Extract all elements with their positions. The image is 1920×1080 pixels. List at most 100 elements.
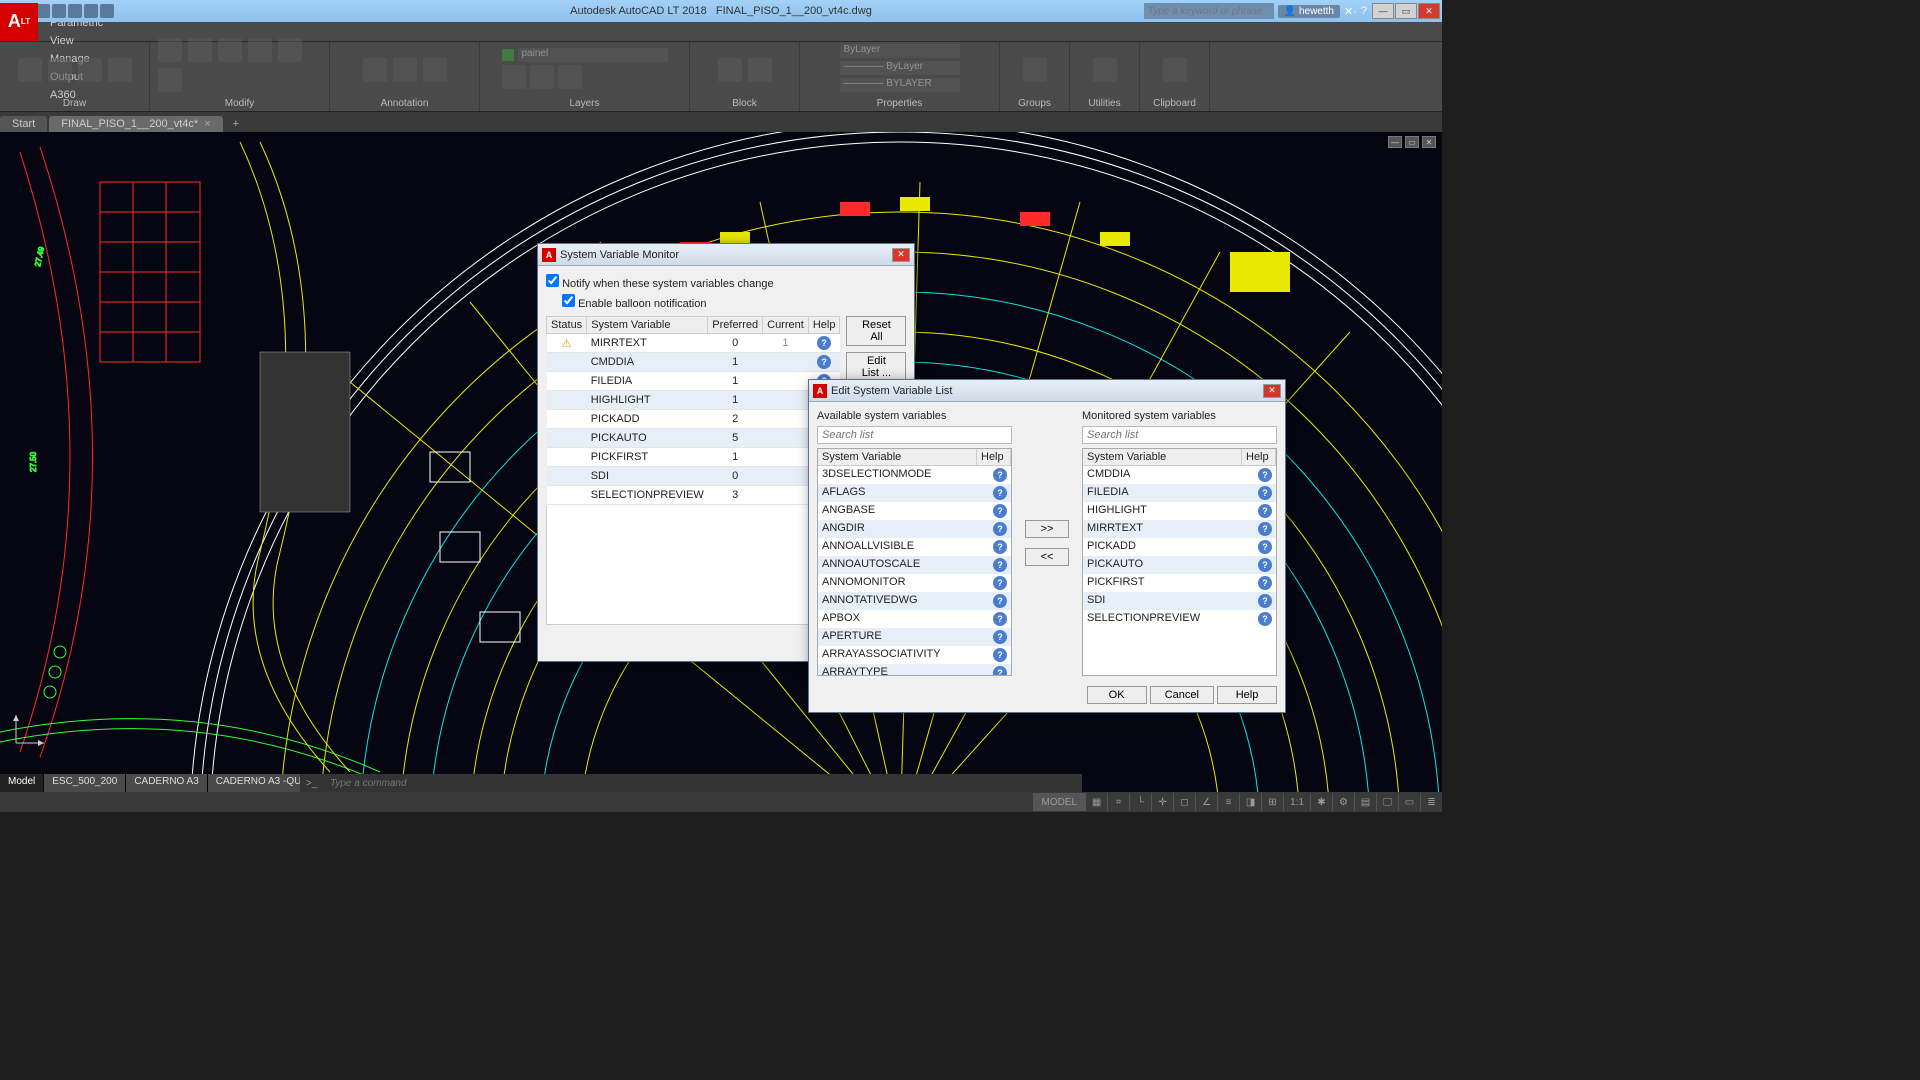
help-icon[interactable]: ?	[817, 336, 831, 350]
edit-cancel-button[interactable]: Cancel	[1150, 686, 1214, 704]
available-listbox[interactable]: System VariableHelp 3DSELECTIONMODE?AFLA…	[817, 448, 1012, 676]
list-item[interactable]: ANGBASE?	[818, 502, 1011, 520]
color-dropdown[interactable]: ByLayer	[840, 44, 960, 58]
help-icon[interactable]: ?	[817, 355, 831, 369]
list-item[interactable]: PICKFIRST?	[1083, 574, 1276, 592]
app-menu-button[interactable]: ALT	[0, 3, 38, 41]
list-item[interactable]: SELECTIONPREVIEW?	[1083, 610, 1276, 628]
list-item[interactable]: ANNOMONITOR?	[818, 574, 1011, 592]
maximize-button[interactable]: ▭	[1395, 3, 1417, 19]
reset-all-button[interactable]: Reset All	[846, 316, 906, 346]
help-icon[interactable]: ?	[993, 666, 1007, 676]
remove-button[interactable]: <<	[1025, 548, 1069, 566]
layer-dropdown[interactable]: painel	[518, 48, 668, 62]
status-grid-icon[interactable]: ▦	[1085, 793, 1107, 811]
help-icon[interactable]: ?	[993, 594, 1007, 608]
col-preferred[interactable]: Preferred	[708, 317, 763, 334]
layout-tab[interactable]: CADERNO A3	[126, 774, 206, 792]
trim-icon[interactable]	[218, 38, 242, 62]
status-snap-icon[interactable]: ⌗	[1107, 793, 1129, 811]
exchange-icon[interactable]: ✕·	[1344, 5, 1357, 18]
table-row[interactable]: PICKADD2?	[547, 410, 840, 429]
status-ws-icon[interactable]: ▤	[1354, 793, 1376, 811]
help-icon[interactable]: ?	[993, 576, 1007, 590]
help-search-input[interactable]	[1144, 3, 1274, 19]
help-icon[interactable]: ?	[993, 522, 1007, 536]
dimension-icon[interactable]	[393, 58, 417, 82]
fillet-icon[interactable]	[158, 68, 182, 92]
minimize-button[interactable]: —	[1372, 3, 1394, 19]
table-row[interactable]: HIGHLIGHT1?	[547, 391, 840, 410]
help-icon[interactable]: ?	[993, 540, 1007, 554]
dialog-close-button[interactable]: ✕	[892, 248, 910, 262]
balloon-checkbox[interactable]: Enable balloon notification	[562, 294, 906, 310]
arc-icon[interactable]	[108, 58, 132, 82]
col-help[interactable]: Help	[808, 317, 840, 334]
account-user[interactable]: 👤 hewetth	[1278, 5, 1340, 18]
measure-icon[interactable]	[1093, 58, 1117, 82]
available-search-input[interactable]	[817, 426, 1012, 444]
table-row[interactable]: CMDDIA1?	[547, 353, 840, 372]
edit-list-button[interactable]: Edit List ...	[846, 352, 906, 382]
list-item[interactable]: HIGHLIGHT?	[1083, 502, 1276, 520]
list-item[interactable]: ANNOTATIVEDWG?	[818, 592, 1011, 610]
list-item[interactable]: FILEDIA?	[1083, 484, 1276, 502]
command-line[interactable]: Type a command	[300, 774, 1082, 792]
move-icon[interactable]	[158, 38, 182, 62]
help-icon[interactable]: ?	[1258, 522, 1272, 536]
col-sysvar[interactable]: System Variable	[587, 317, 708, 334]
status-custom-icon[interactable]: ≣	[1420, 793, 1442, 811]
list-item[interactable]: 3DSELECTIONMODE?	[818, 466, 1011, 484]
status-osnap-icon[interactable]: ◻	[1173, 793, 1195, 811]
qat-undo-icon[interactable]	[84, 4, 98, 18]
status-gear-icon[interactable]: ⚙	[1332, 793, 1354, 811]
layout-tab[interactable]: Model	[0, 774, 43, 792]
vp-maximize-icon[interactable]: ▭	[1405, 136, 1419, 148]
mirror-icon[interactable]	[278, 38, 302, 62]
col-current[interactable]: Current	[763, 317, 809, 334]
help-icon[interactable]: ?	[1258, 468, 1272, 482]
layout-tab[interactable]: ESC_500_200	[44, 774, 125, 792]
list-item[interactable]: APERTURE?	[818, 628, 1011, 646]
table-row[interactable]: SELECTIONPREVIEW3?	[547, 486, 840, 505]
ltype-dropdown[interactable]: ———— BYLAYER	[840, 78, 960, 92]
dialog-close-button[interactable]: ✕	[1263, 384, 1281, 398]
list-item[interactable]: SDI?	[1083, 592, 1276, 610]
help-icon[interactable]: ?	[993, 630, 1007, 644]
list-item[interactable]: AFLAGS?	[818, 484, 1011, 502]
list-item[interactable]: CMDDIA?	[1083, 466, 1276, 484]
help-icon[interactable]: ?	[993, 468, 1007, 482]
status-polar-icon[interactable]: ✛	[1151, 793, 1173, 811]
help-icon[interactable]: ?	[993, 486, 1007, 500]
sysvar-table[interactable]: Status System Variable Preferred Current…	[546, 316, 840, 505]
help-icon[interactable]: ?	[993, 612, 1007, 626]
status-clean-icon[interactable]: ▭	[1398, 793, 1420, 811]
status-model[interactable]: MODEL	[1033, 793, 1086, 811]
help-icon[interactable]: ?	[993, 648, 1007, 662]
table-row[interactable]: PICKFIRST1?	[547, 448, 840, 467]
help-icon[interactable]: ?	[1258, 594, 1272, 608]
qat-plot-icon[interactable]	[68, 4, 82, 18]
table-row[interactable]: FILEDIA1?	[547, 372, 840, 391]
status-monitor-icon[interactable]: 🖵	[1376, 793, 1398, 811]
edit-help-button[interactable]: Help	[1217, 686, 1277, 704]
copy-icon[interactable]	[248, 38, 272, 62]
status-annovis-icon[interactable]: ✱	[1310, 793, 1332, 811]
tab-close-icon[interactable]: ×	[204, 118, 210, 130]
status-otrack-icon[interactable]: ∠	[1195, 793, 1217, 811]
polyline-icon[interactable]	[48, 58, 72, 82]
col-status[interactable]: Status	[547, 317, 587, 334]
table-row[interactable]: SDI0?	[547, 467, 840, 486]
list-item[interactable]: ANGDIR?	[818, 520, 1011, 538]
help-icon[interactable]: ?	[1258, 540, 1272, 554]
qat-saveas-icon[interactable]	[52, 4, 66, 18]
list-item[interactable]: ARRAYTYPE?	[818, 664, 1011, 676]
help-icon[interactable]: ?	[1361, 5, 1367, 17]
help-icon[interactable]: ?	[993, 504, 1007, 518]
vp-minimize-icon[interactable]: —	[1388, 136, 1402, 148]
list-item[interactable]: PICKAUTO?	[1083, 556, 1276, 574]
close-button[interactable]: ✕	[1418, 3, 1440, 19]
monitored-listbox[interactable]: System VariableHelp CMDDIA?FILEDIA?HIGHL…	[1082, 448, 1277, 676]
list-item[interactable]: PICKADD?	[1083, 538, 1276, 556]
status-annoscale[interactable]: 1:1	[1283, 793, 1310, 811]
